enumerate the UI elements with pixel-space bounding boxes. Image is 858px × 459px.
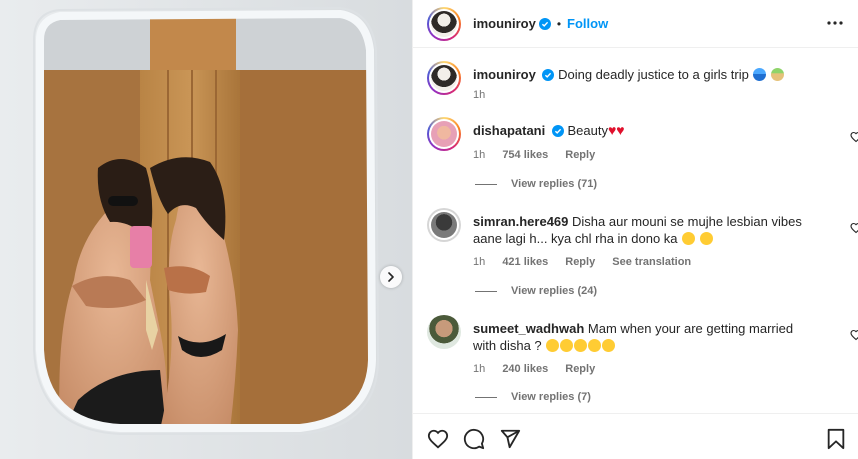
follow-button[interactable]: Follow	[567, 16, 608, 31]
verified-icon	[538, 17, 551, 30]
red-heart-emoji-icon: ♥♥	[607, 122, 625, 138]
comments-list: imouniroy Doing deadly justice to a girl…	[413, 49, 858, 412]
post-photo	[0, 0, 412, 459]
winking-tongue-emoji-icon	[699, 232, 713, 245]
view-replies-label: View replies (71)	[511, 178, 598, 190]
chevron-right-icon	[388, 272, 394, 282]
comment-time: 1h	[473, 363, 486, 375]
heart-icon[interactable]	[427, 428, 449, 450]
more-options-icon[interactable]	[826, 14, 844, 32]
caption-username[interactable]: imouniroy	[473, 67, 536, 82]
laughing-emoji-icon	[546, 339, 560, 352]
author-avatar	[431, 10, 457, 37]
separator-dot: •	[556, 16, 562, 31]
comment-likes[interactable]: 240 likes	[502, 363, 548, 375]
bookmark-icon[interactable]	[826, 428, 846, 450]
view-replies-label: View replies (7)	[511, 391, 591, 403]
commenter-username[interactable]: sumeet_wadhwah	[473, 321, 584, 336]
post-side-panel: imouniroy • Follow imouniroy Doing deadl…	[412, 0, 858, 459]
caption-avatar[interactable]	[431, 65, 457, 91]
reply-button[interactable]: Reply	[565, 256, 595, 268]
comment-time: 1h	[473, 256, 486, 268]
comment-like-heart-icon[interactable]	[850, 222, 858, 234]
view-replies-button[interactable]: View replies (71)	[475, 178, 597, 190]
post-header: imouniroy • Follow	[413, 0, 858, 48]
reply-button[interactable]: Reply	[565, 363, 595, 375]
author-avatar-ring[interactable]	[427, 6, 461, 41]
commenter-avatar[interactable]	[431, 212, 457, 238]
caption-text: Doing deadly justice to a girls trip	[558, 67, 749, 82]
comment-likes[interactable]: 754 likes	[502, 149, 548, 161]
verified-icon	[542, 69, 555, 81]
island-emoji-icon	[771, 68, 785, 81]
replies-line	[475, 183, 497, 185]
reply-button[interactable]: Reply	[565, 149, 595, 161]
share-icon[interactable]	[499, 428, 521, 450]
laughing-emoji-icon	[602, 339, 616, 352]
commenter-avatar[interactable]	[431, 121, 457, 147]
post-action-bar	[413, 413, 858, 459]
view-replies-label: View replies (24)	[511, 285, 598, 297]
caption-time: 1h	[473, 89, 486, 101]
view-replies-button[interactable]: View replies (24)	[475, 285, 597, 297]
comment-like-heart-icon[interactable]	[850, 329, 858, 341]
comment-text: Beauty	[567, 123, 608, 138]
comment-icon[interactable]	[463, 428, 485, 450]
next-image-button[interactable]	[380, 266, 402, 288]
laughing-emoji-icon	[574, 339, 588, 352]
laughing-emoji-icon	[560, 339, 574, 352]
verified-icon	[551, 125, 564, 137]
comment-time: 1h	[473, 149, 486, 161]
replies-line	[475, 396, 497, 398]
commenter-username[interactable]: simran.here469	[473, 214, 568, 229]
replies-line	[475, 290, 497, 292]
commenter-avatar[interactable]	[427, 315, 461, 349]
laughing-emoji-icon	[682, 232, 696, 245]
commenter-username[interactable]: dishapatani	[473, 123, 545, 138]
wave-emoji-icon	[753, 68, 767, 81]
comment-like-heart-icon[interactable]	[850, 131, 858, 143]
comment-likes[interactable]: 421 likes	[502, 256, 548, 268]
mirror-selfie-image	[0, 0, 412, 459]
view-replies-button[interactable]: View replies (7)	[475, 391, 591, 403]
see-translation-button[interactable]: See translation	[612, 256, 691, 268]
laughing-emoji-icon	[588, 339, 602, 352]
author-username[interactable]: imouniroy	[473, 16, 536, 31]
